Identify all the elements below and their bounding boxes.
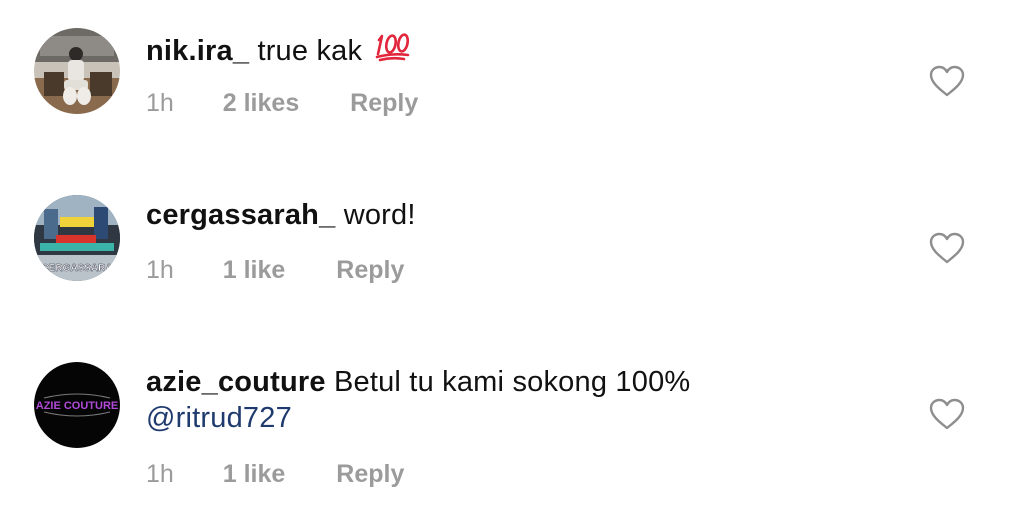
comment-meta: 1h 1 like Reply <box>146 460 404 489</box>
avatar[interactable]: CERGASSARA <box>34 195 120 281</box>
timestamp: 1h <box>146 89 174 117</box>
username-link[interactable]: cergassarah_ <box>146 199 335 231</box>
comment-content: true kak <box>257 35 363 67</box>
username-link[interactable]: nik.ira_ <box>146 35 249 67</box>
comment-text: nik.ira_ true kak <box>146 30 904 71</box>
heart-outline-icon[interactable] <box>928 231 966 265</box>
heart-outline-icon[interactable] <box>928 64 966 98</box>
comment-list: nik.ira_ true kak 1h 2 likes Reply CERGA… <box>0 0 1024 512</box>
reply-button[interactable]: Reply <box>336 256 404 285</box>
reply-button[interactable]: Reply <box>336 460 404 489</box>
avatar-text: CERGASSARA <box>41 263 112 274</box>
likes-count[interactable]: 1 like <box>223 256 286 285</box>
heart-outline-icon[interactable] <box>928 397 966 431</box>
comment-content: word! <box>343 199 416 231</box>
timestamp: 1h <box>146 460 174 488</box>
comment-body: azie_couture Betul tu kami sokong 100% @… <box>146 364 904 436</box>
avatar-photo: AZIE COUTURE <box>34 362 120 448</box>
avatar-photo <box>34 28 120 114</box>
reply-button[interactable]: Reply <box>350 89 418 118</box>
comment-meta: 1h 2 likes Reply <box>146 89 418 118</box>
100-emoji-icon <box>374 30 412 71</box>
timestamp: 1h <box>146 256 174 284</box>
likes-count[interactable]: 1 like <box>223 460 286 489</box>
username-link[interactable]: azie_couture <box>146 366 326 398</box>
avatar-photo: CERGASSARA <box>34 195 120 281</box>
comment-meta: 1h 1 like Reply <box>146 256 404 285</box>
avatar[interactable] <box>34 28 120 114</box>
avatar-text: AZIE COUTURE <box>36 400 119 412</box>
comment-body: nik.ira_ true kak <box>146 30 904 71</box>
avatar[interactable]: AZIE COUTURE <box>34 362 120 448</box>
comment-text: cergassarah_ word! <box>146 197 904 233</box>
comment-content: Betul tu kami sokong 100% <box>333 366 691 398</box>
comment-text: azie_couture Betul tu kami sokong 100% @… <box>146 364 904 436</box>
mention-link[interactable]: @ritrud727 <box>146 402 292 434</box>
comment-body: cergassarah_ word! <box>146 197 904 233</box>
likes-count[interactable]: 2 likes <box>223 89 299 118</box>
